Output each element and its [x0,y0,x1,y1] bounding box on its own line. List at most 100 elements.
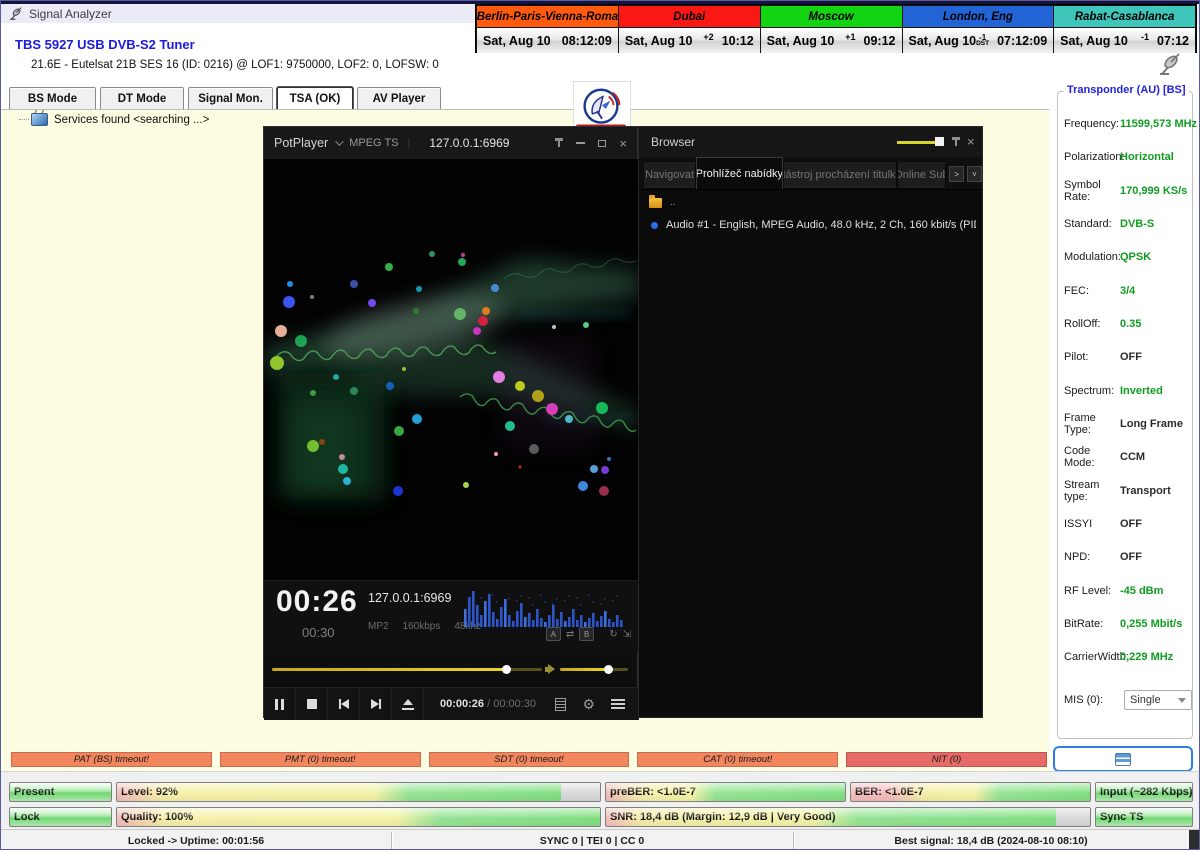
folder-up-label: .. [670,197,676,208]
next-button[interactable] [360,688,392,720]
tab-bs-mode[interactable]: BS Mode [9,87,96,111]
seek-bar[interactable] [272,668,542,671]
audio-track-item[interactable]: Audio #1 - English, MPEG Audio, 48.0 kHz… [651,219,976,231]
browser-slider-handle[interactable] [935,137,944,146]
services-tree-root[interactable]: Services found <searching ...> [19,113,209,126]
ab-repeat-controls: A B [546,627,631,641]
bitrate-label: 160kbps [403,621,441,632]
browser-tab-subtitle-tool[interactable]: Nástroj procházení titulků [783,161,897,189]
table-timeout-row: PAT (BS) timeout! PMT (0) timeout! SDT (… [11,752,1047,767]
clock-zone-header: London, Eng [903,6,1054,27]
speaker-icon[interactable] [545,664,556,674]
status-best-signal: Best signal: 18,4 dB (2024-08-10 08:10) [793,830,1189,850]
stop-button[interactable] [296,688,328,720]
satellite-dish-icon [9,7,23,21]
pmt-timeout-bar: PMT (0) timeout! [220,752,421,767]
tab-tsa[interactable]: TSA (OK) [277,87,353,111]
eject-button[interactable] [392,688,424,720]
tab-signal-mon[interactable]: Signal Mon. [188,87,273,111]
bullet-icon [651,222,658,229]
ber-meter: BER: <1.0E-7 [850,782,1091,802]
browser-tab-navigate[interactable]: Navigovat [643,161,696,189]
tp-row: RF Level:-45 dBm [1064,583,1190,599]
tab-list-dropdown-button[interactable]: ˅ [967,166,982,182]
clock-zone-time: Sat, Aug 10 +2 10:12 [619,28,760,53]
potplayer-app-name[interactable]: PotPlayer [274,136,328,150]
volume-bar[interactable] [560,668,628,671]
total-time: 00:30 [302,625,335,640]
seek-volume-row [264,652,639,687]
folder-up-item[interactable]: .. [649,197,676,208]
chevron-down-icon [1178,698,1186,707]
loop-icon[interactable] [609,629,617,640]
tp-row: CarrierWidth:0,229 MHz [1064,649,1190,665]
pin-icon[interactable] [555,138,563,148]
fullscreen-icon[interactable] [623,629,631,640]
status-lock-uptime: Locked -> Uptime: 00:01:56 [1,830,391,850]
mis-dropdown[interactable]: Single [1124,690,1192,710]
resize-grip[interactable] [1189,830,1199,850]
clock-zone-header: Moscow [761,6,902,27]
maximize-icon[interactable] [598,140,606,147]
tuner-subtitle: 21.6E - Eutelsat 21B SES 16 (ID: 0216) @… [31,59,439,71]
tab-scroll-right-button[interactable]: > [949,166,964,182]
preber-meter: preBER: <1.0E-7 [605,782,846,802]
menu-icon[interactable] [611,699,625,709]
marker-b-button[interactable]: B [579,627,594,641]
gear-icon[interactable] [582,696,595,713]
elapsed-time: 00:26 [276,585,358,619]
browser-tab-online-sub[interactable]: Online Sub [897,161,946,189]
minimize-icon[interactable] [576,142,585,144]
eject-icon [402,699,414,710]
snr-meter: SNR: 18,4 dB (Margin: 12,9 dB | Very Goo… [605,807,1091,827]
tab-dt-mode[interactable]: DT Mode [100,87,184,111]
browser-title-bar[interactable]: Browser × [639,127,982,157]
sdt-timeout-bar: SDT (0) timeout! [429,752,630,767]
mis-label: MIS (0): [1064,694,1120,706]
folder-icon [649,198,662,208]
clock-zone-header: Berlin-Paris-Vienna-Roma [477,6,618,27]
cat-timeout-bar: CAT (0) timeout! [637,752,838,767]
tp-row: NPD:OFF [1064,549,1190,565]
present-indicator: Present [9,782,112,802]
tp-row: Pilot:OFF [1064,349,1190,365]
pause-icon [275,699,284,710]
close-icon[interactable]: × [619,137,627,150]
stream-capture-button[interactable] [1053,746,1193,772]
clock-zone-time: Sat, Aug 10 -1 DST 07:12:09 [903,28,1054,53]
stream-type-label: MPEG TS [349,137,398,149]
audio-spectrum [464,587,626,627]
next-icon [371,699,381,709]
mode-tabs: BS Mode DT Mode Signal Mon. TSA (OK) AV … [9,87,441,109]
transponder-groupbox: Transponder (AU) [BS] Frequency:11599,57… [1057,91,1193,739]
tree-connector [19,119,29,121]
transponder-legend: Transponder (AU) [BS] [1064,84,1189,96]
chevron-down-icon[interactable] [335,137,343,145]
tp-row: Frame Type:Long Frame [1064,416,1190,432]
potplayer-window: PotPlayer MPEG TS | 127.0.0.1:6969 × [263,126,638,718]
seek-handle[interactable] [502,665,511,674]
clock-zone-time: Sat, Aug 10 +1 09:12 [761,28,902,53]
clock-zone-time: Sat, Aug 10 -1 07:12 [1054,28,1195,53]
position-time: 00:00:26 / 00:00:30 [440,698,536,710]
lock-indicator: Lock [9,807,112,827]
pause-button[interactable] [264,688,296,720]
close-icon[interactable]: × [967,135,975,148]
browser-tab-menu-browser[interactable]: Prohlížeč nabídky [696,157,782,189]
potplayer-title-bar[interactable]: PotPlayer MPEG TS | 127.0.0.1:6969 × [264,127,637,159]
marker-a-button[interactable]: A [546,627,561,641]
status-bar: Locked -> Uptime: 00:01:56 SYNC 0 | TEI … [1,829,1199,850]
tab-av-player[interactable]: AV Player [357,87,441,111]
tp-row: Stream type:Transport [1064,483,1190,499]
pin-icon[interactable] [952,137,960,147]
world-clock-panel: Berlin-Paris-Vienna-Roma Dubai Moscow Lo… [475,4,1197,53]
swap-icon[interactable] [566,629,574,640]
playlist-icon[interactable] [555,698,566,711]
previous-button[interactable] [328,688,360,720]
volume-handle[interactable] [604,665,613,674]
duration-time: / 00:00:30 [487,698,536,710]
mis-row: MIS (0): Single [1064,690,1192,710]
player-info-strip: 00:26 00:30 127.0.0.1:6969 MP2 160kbps 4… [264,580,639,653]
tp-row: Standard:DVB-S [1064,216,1190,232]
browser-window: Browser × Navigovat Prohlížeč nabídky Ná… [638,126,983,718]
